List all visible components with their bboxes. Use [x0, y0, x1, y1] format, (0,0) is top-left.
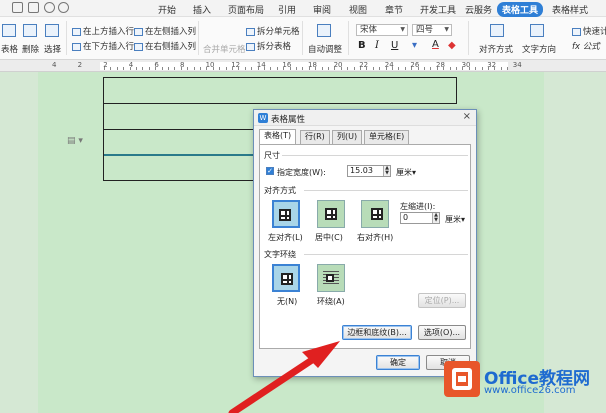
annotation-arrow: [228, 341, 340, 413]
office-logo-icon: [444, 361, 480, 397]
watermark-url: www.office26.com: [484, 385, 576, 396]
